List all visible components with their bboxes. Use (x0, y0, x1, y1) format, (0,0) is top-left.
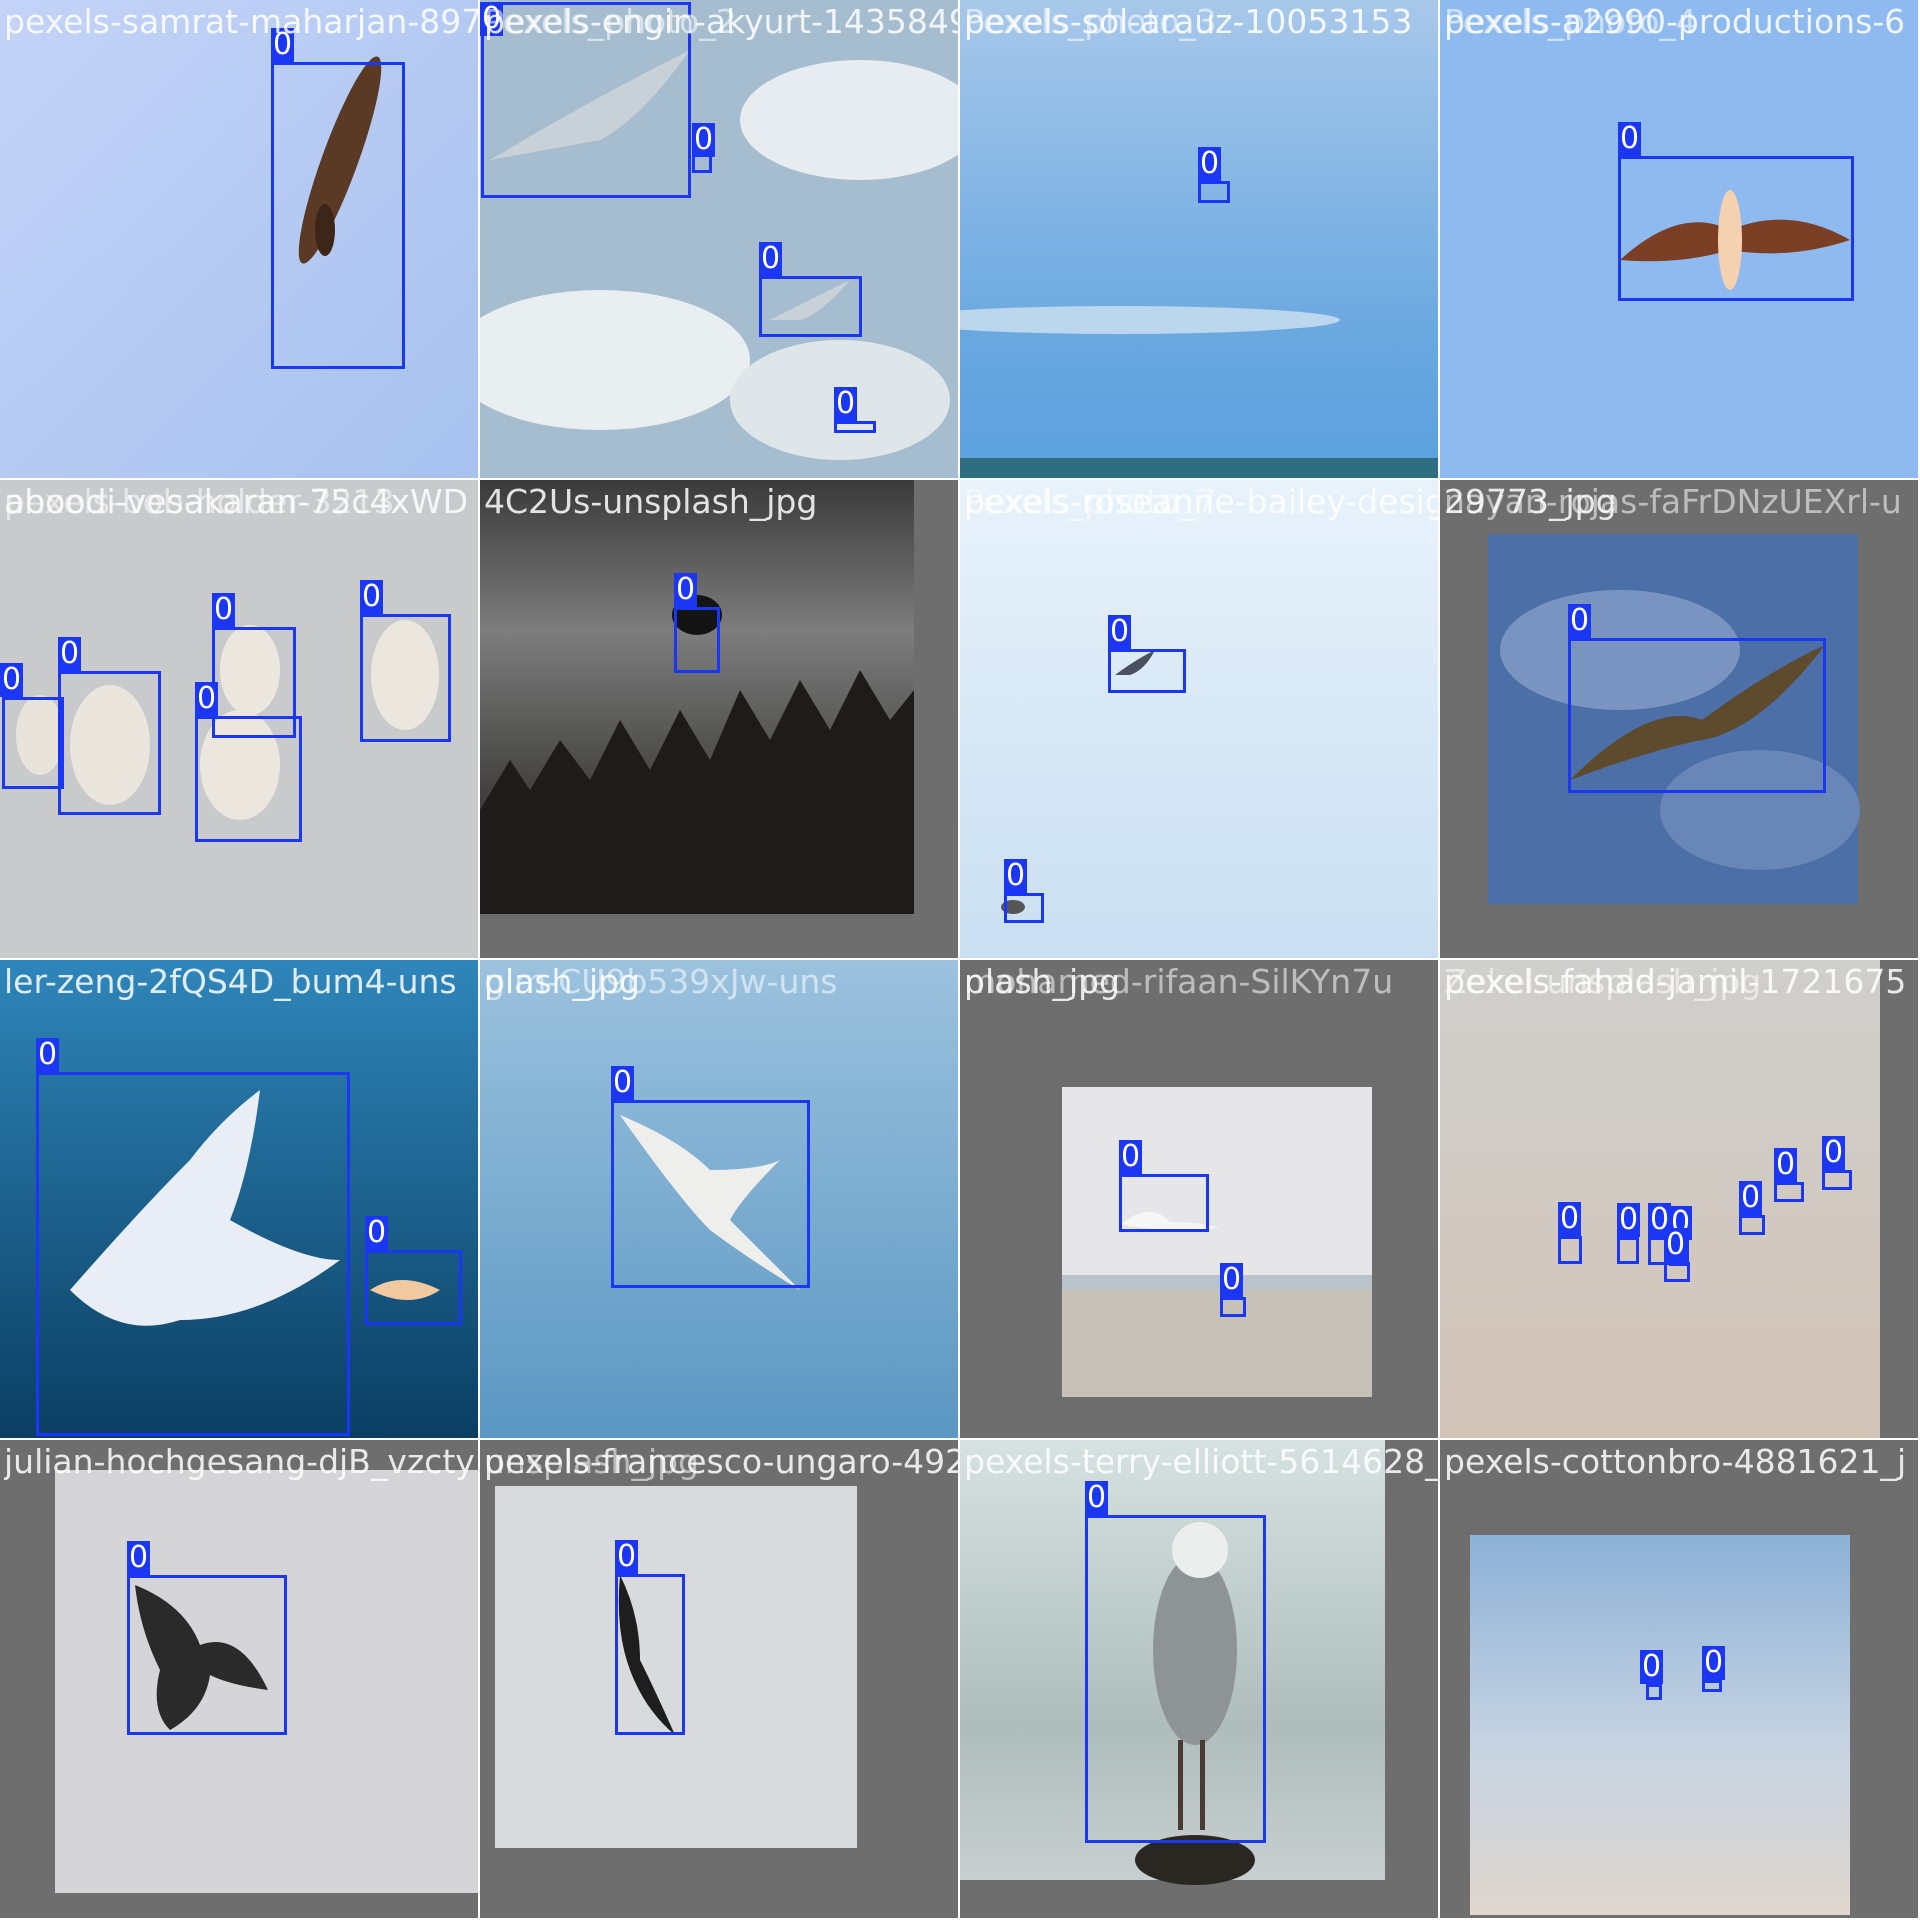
bbox-class-label: 0 (615, 1539, 639, 1574)
bbox-class-label: 0 (1640, 1649, 1664, 1684)
bbox-class-label: 0 (480, 1, 504, 36)
bbox-class-label: 0 (1618, 121, 1642, 156)
bbox-class-label: 0 (1119, 1139, 1143, 1174)
bbox (360, 614, 451, 742)
bbox (615, 1574, 685, 1735)
bbox-class-label: 0 (365, 1215, 389, 1250)
bbox (611, 1100, 810, 1288)
bbox (271, 62, 405, 369)
bbox-class-label: 0 (1822, 1135, 1846, 1170)
bbox-class-label: 0 (611, 1065, 635, 1100)
tile-14: pexels-francesco-ungaro-492419 unsplash_… (480, 1440, 958, 1918)
tile-3-image (960, 0, 1438, 478)
tile-12: pexels-fahad-jamil-1721675 Zekel-unsplas… (1440, 960, 1918, 1438)
bbox-class-label: 0 (1774, 1147, 1798, 1182)
bbox (759, 276, 862, 337)
bbox (1198, 181, 1230, 203)
bbox (1004, 893, 1044, 923)
bbox (1646, 1684, 1662, 1700)
bbox-class-label: 0 (1568, 603, 1592, 638)
bbox-class-label: 0 (834, 386, 858, 421)
bbox (1617, 1237, 1639, 1264)
bbox-class-label: 0 (127, 1540, 151, 1575)
bbox (1739, 1215, 1765, 1235)
bbox (1702, 1680, 1722, 1692)
tile-4: pexels-a2990-productions-6 Pexels_photo_… (1440, 0, 1918, 478)
tile-16-image (1440, 1440, 1918, 1918)
bbox (1774, 1182, 1804, 1202)
tile-8: 29773_jpg nayan-rojas-faFrDNzUEXrl-u 0 (1440, 480, 1918, 958)
bbox (127, 1575, 287, 1735)
detection-mosaic: pexels-samrat-maharjan-897 0 pexels-engi… (0, 0, 1920, 1920)
tile-6-image (480, 480, 958, 958)
tile-5: aboodi-vesakaran-75c4xWD pexels-bob-hold… (0, 480, 478, 958)
tile-7-image (960, 480, 1438, 958)
bbox-class-label: 0 (674, 572, 698, 607)
tile-15: pexels-terry-elliott-5614628_jpg 0 (960, 1440, 1438, 1918)
bbox-class-label: 0 (1085, 1480, 1109, 1515)
bbox-class-label: 0 (1702, 1645, 1726, 1680)
bbox (1618, 156, 1854, 301)
tile-6: 4C2Us-unsplash_jpg 0 (480, 480, 958, 958)
bbox (1119, 1174, 1209, 1232)
bbox-class-label: 0 (195, 681, 219, 716)
bbox-class-label: 0 (0, 662, 24, 697)
bbox (2, 697, 64, 789)
bbox-class-label: 0 (1558, 1201, 1582, 1236)
bbox-class-label: 0 (692, 122, 716, 157)
bbox (195, 716, 302, 842)
tile-14-image (480, 1440, 958, 1918)
bbox (1108, 649, 1186, 693)
bbox-class-label: 0 (36, 1037, 60, 1072)
bbox (1568, 638, 1826, 793)
bbox-class-label: 0 (1220, 1262, 1244, 1297)
bbox-class-label: 0 (1617, 1202, 1641, 1237)
bbox (1085, 1515, 1266, 1843)
bbox-class-label: 0 (759, 241, 783, 276)
bbox (58, 671, 161, 815)
bbox-class-label: 0 (58, 636, 82, 671)
tile-1: pexels-samrat-maharjan-897 0 (0, 0, 478, 478)
bbox (834, 421, 876, 433)
bbox-class-label: 0 (271, 27, 295, 62)
tile-10: plash_jpg gim-CU9b539xJw-uns 0 (480, 960, 958, 1438)
bbox (365, 1250, 462, 1325)
tile-9: ler-zeng-2fQS4D_bum4-uns 0 0 (0, 960, 478, 1438)
tile-3: pexels-sol-arauz-10053153 Pexels_photo_3… (960, 0, 1438, 478)
tile-16: pexels-cottonbro-4881621_j 0 0 (1440, 1440, 1918, 1918)
tile-2: pexels-engin-akyurt-1435849 Pexels_photo… (480, 0, 958, 478)
bbox-class-label: 0 (212, 592, 236, 627)
tile-11: plash_jpg mohamed-rifaan-SilKYn7u 0 0 (960, 960, 1438, 1438)
bbox-class-label: 0 (1739, 1180, 1763, 1215)
bbox-class-label: 0 (1198, 146, 1222, 181)
bbox (1664, 1262, 1690, 1282)
bbox (1220, 1297, 1246, 1317)
tile-1-image (0, 0, 478, 478)
bbox-class-label: 0 (1004, 858, 1028, 893)
bbox-class-label: 0 (360, 579, 384, 614)
bbox-class-label: 0 (1664, 1227, 1688, 1262)
tile-12-image (1440, 960, 1918, 1438)
tile-13: julian-hochgesang-djB_vzcty 0 (0, 1440, 478, 1918)
bbox (481, 2, 691, 198)
tile-7: pexels-roseanne-bailey-designs-9 Pexels_… (960, 480, 1438, 958)
bbox (36, 1072, 350, 1436)
bbox (1822, 1170, 1852, 1190)
bbox-class-label: 0 (1108, 614, 1132, 649)
bbox (1558, 1236, 1582, 1264)
bbox (674, 607, 720, 673)
